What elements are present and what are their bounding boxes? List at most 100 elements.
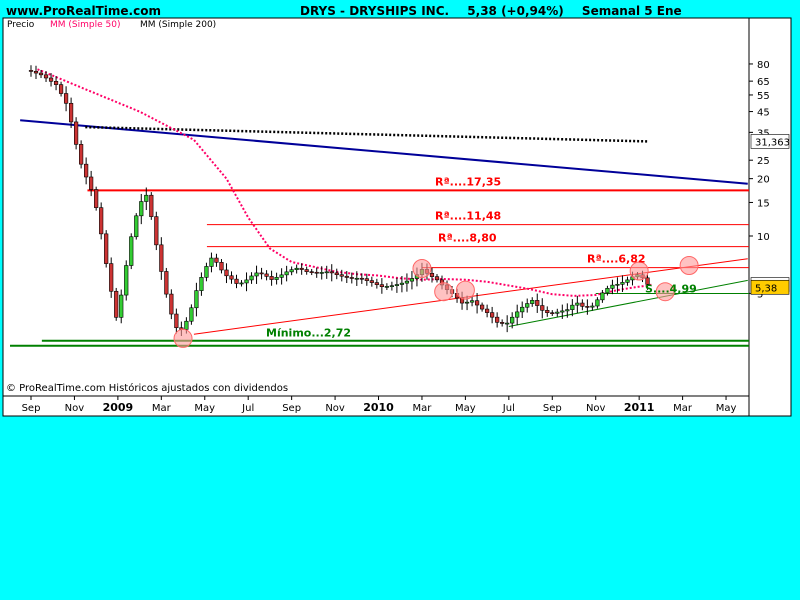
candle-body xyxy=(525,303,530,308)
x-tick-label: Sep xyxy=(22,403,41,414)
candle-body xyxy=(550,312,555,315)
candle-body xyxy=(344,275,349,278)
candle-body xyxy=(229,275,234,280)
candle-body xyxy=(565,309,570,312)
candle-body xyxy=(53,80,59,85)
candle-body xyxy=(540,305,545,311)
legend-sma50: MM (Simple 50) xyxy=(50,20,120,30)
candle-body xyxy=(139,201,144,217)
y-axis-area xyxy=(748,17,792,417)
candle-body xyxy=(555,311,560,314)
candle-body xyxy=(259,272,264,275)
candle-body xyxy=(124,265,129,296)
candle-body xyxy=(530,300,535,304)
resistance-label: Rª....17,35 xyxy=(435,175,501,188)
candle-body xyxy=(389,285,394,287)
y-tick-label: 20 xyxy=(757,175,770,186)
candle-body xyxy=(234,278,239,284)
legend-sma200: MM (Simple 200) xyxy=(140,20,216,30)
sma200-value-text: 31,363 xyxy=(755,137,790,148)
candle-body xyxy=(620,282,625,285)
candle-body xyxy=(379,284,384,288)
support-label: S....4,99 xyxy=(645,283,697,296)
candle-body xyxy=(605,288,610,294)
candle-body xyxy=(33,70,39,74)
last-price-text: 5,38 xyxy=(755,283,777,294)
candle-body xyxy=(224,269,229,277)
candle-body xyxy=(545,310,550,314)
candle-body xyxy=(144,194,149,202)
x-tick-label: May xyxy=(716,403,737,414)
x-tick-label: 2011 xyxy=(624,401,655,414)
highlight-circle xyxy=(173,328,193,348)
candle-body xyxy=(244,279,249,284)
candle-body xyxy=(575,302,580,306)
candle-body xyxy=(354,277,359,280)
candle-body xyxy=(274,277,279,280)
price-chart: Rª....17,35 Rª....11,48 Rª....8,80 Rª....6,… xyxy=(2,17,792,417)
candle-body xyxy=(625,279,630,283)
candle-body xyxy=(209,257,214,267)
candle-body xyxy=(279,274,284,278)
candle-body xyxy=(129,236,134,266)
candle-body xyxy=(104,233,109,264)
candle-body xyxy=(570,304,575,310)
candle-body xyxy=(199,277,204,291)
candle-body xyxy=(84,163,89,178)
footer-note: © ProRealTime.com Históricos ajustados c… xyxy=(6,382,288,394)
candle-body xyxy=(314,271,319,274)
highlight-circle xyxy=(455,280,475,300)
candle-body xyxy=(43,74,49,79)
candle-body xyxy=(189,307,194,322)
candle-body xyxy=(89,176,94,190)
candle-body xyxy=(590,305,595,308)
x-tick-label: Mar xyxy=(673,403,693,414)
candle-body xyxy=(149,194,154,217)
resistance-label: Rª....6,82 xyxy=(587,253,646,266)
x-tick-label: Nov xyxy=(325,403,345,414)
candle-body xyxy=(469,300,475,303)
candle-body xyxy=(495,316,500,323)
candle-body xyxy=(409,278,415,282)
candle-body xyxy=(194,290,199,309)
x-tick-label: Sep xyxy=(543,403,562,414)
candle-body xyxy=(254,272,259,277)
candle-body xyxy=(264,273,269,277)
candle-body xyxy=(595,299,600,307)
candle-body xyxy=(585,306,590,308)
candle-body xyxy=(429,273,435,277)
candle-body xyxy=(535,300,540,306)
x-tick-label: May xyxy=(194,403,215,414)
candle-body xyxy=(359,277,364,280)
candle-body xyxy=(109,263,114,292)
candle-body xyxy=(304,269,309,272)
candle-body xyxy=(134,215,139,238)
candle-body xyxy=(38,72,44,76)
y-tick-label: 10 xyxy=(757,232,770,243)
candle-body xyxy=(500,322,505,324)
x-tick-label: 2009 xyxy=(103,401,134,414)
candle-body xyxy=(580,302,585,307)
candle-body xyxy=(610,284,615,289)
resistance-label: Rª....11,48 xyxy=(435,210,501,223)
y-tick-label: 65 xyxy=(757,77,770,88)
candle-body xyxy=(490,312,495,318)
minimum-label: Mínimo...2,72 xyxy=(266,327,351,340)
x-tick-label: Nov xyxy=(586,403,606,414)
candle-body xyxy=(219,262,224,271)
candle-body xyxy=(249,275,254,281)
candle-body xyxy=(58,84,64,94)
y-tick-label: 15 xyxy=(757,198,770,209)
legend-price: Precio xyxy=(7,20,35,30)
x-tick-label: Jul xyxy=(241,403,254,414)
candle-body xyxy=(485,308,490,313)
candle-body xyxy=(480,304,485,310)
candle-body xyxy=(349,277,354,279)
candle-body xyxy=(119,294,124,318)
candle-body xyxy=(464,301,470,304)
candle-body xyxy=(269,276,274,280)
x-tick-label: May xyxy=(455,403,476,414)
candle-body xyxy=(364,278,369,281)
candle-body xyxy=(154,216,159,246)
candle-body xyxy=(334,272,339,276)
